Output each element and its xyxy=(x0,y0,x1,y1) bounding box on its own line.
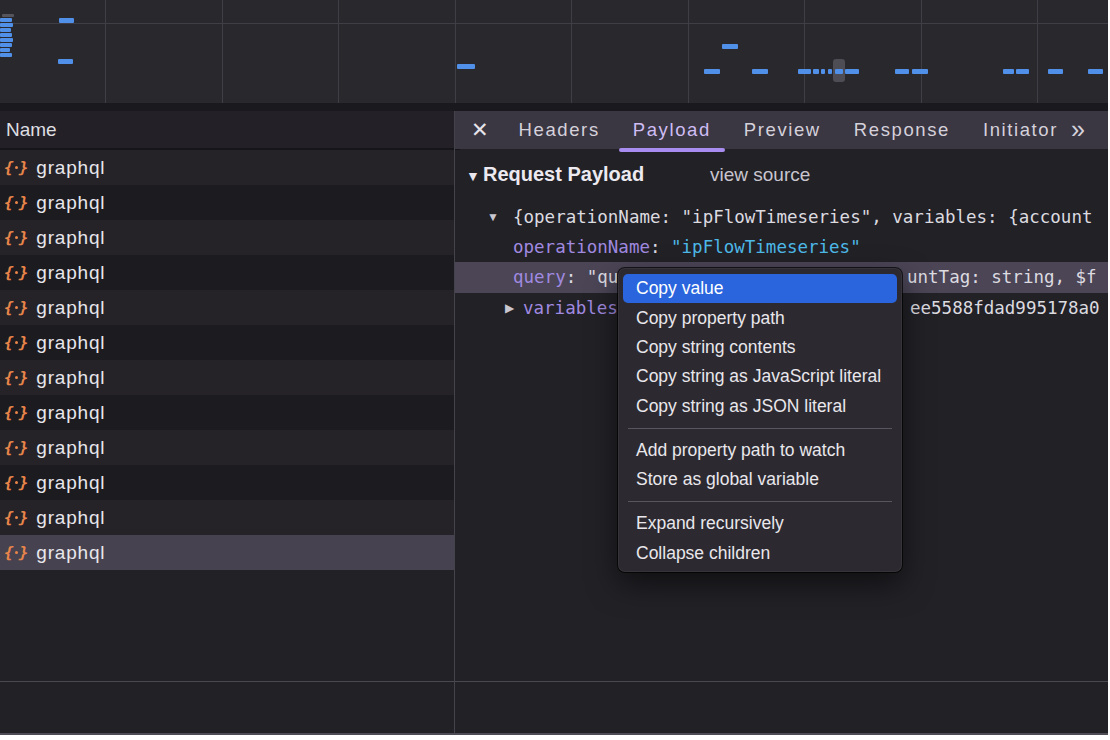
json-braces-icon: {} xyxy=(4,263,28,282)
overview-bar xyxy=(0,43,12,47)
overview-bar xyxy=(0,53,12,57)
payload-tree-row[interactable]: ▼ {operationName: "ipFlowTimeseries", var… xyxy=(455,202,1108,232)
menu-item-collapse-children[interactable]: Collapse children xyxy=(623,538,897,567)
request-name: graphql xyxy=(36,192,105,214)
menu-item-add-property-path-to-watch[interactable]: Add property path to watch xyxy=(623,436,897,465)
overview-bar xyxy=(0,33,12,37)
menu-item-copy-string-as-json-literal[interactable]: Copy string as JSON literal xyxy=(623,392,897,421)
json-braces-icon: {} xyxy=(4,333,28,352)
overview-bar xyxy=(0,38,13,42)
payload-text-fragment: ee5588fdad995178a0 xyxy=(910,293,1100,323)
payload-text-fragment: untTag: string, $f xyxy=(907,262,1097,292)
overview-bar xyxy=(58,59,73,64)
request-name: graphql xyxy=(36,157,105,179)
request-row[interactable]: {} graphql xyxy=(0,325,454,360)
request-name: graphql xyxy=(36,437,105,459)
json-braces-icon: {} xyxy=(4,543,28,562)
name-column-header[interactable]: Name xyxy=(0,111,460,150)
request-row[interactable]: {} graphql xyxy=(0,535,454,570)
payload-text: "qu xyxy=(587,267,619,287)
menu-item-copy-property-path[interactable]: Copy property path xyxy=(623,303,897,332)
overview-bar xyxy=(0,23,13,27)
request-list: {} graphql {} graphql {} graphql {} graphql {} gr… xyxy=(0,150,454,570)
request-name: graphql xyxy=(36,507,105,529)
menu-item-copy-string-contents[interactable]: Copy string contents xyxy=(623,333,897,362)
json-braces-icon: {} xyxy=(4,158,28,177)
payload-text: variables xyxy=(523,298,618,318)
json-braces-icon: {} xyxy=(4,473,28,492)
request-row[interactable]: {} graphql xyxy=(0,220,454,255)
json-braces-icon: {} xyxy=(4,368,28,387)
request-row[interactable]: {} graphql xyxy=(0,150,454,185)
menu-item-copy-string-as-javascript-literal[interactable]: Copy string as JavaScript literal xyxy=(623,362,897,391)
overview-bar xyxy=(0,18,12,22)
name-column-label: Name xyxy=(6,119,57,140)
overview-bar xyxy=(0,48,10,52)
payload-text: : xyxy=(566,267,587,287)
request-name: graphql xyxy=(36,402,105,424)
payload-text: : xyxy=(650,237,671,257)
menu-item-expand-recursively[interactable]: Expand recursively xyxy=(623,509,897,538)
devtools-network-panel: Name {} graphql {} graphql {} graphql {} graphq… xyxy=(0,0,1108,735)
payload-text: "ipFlowTimeseries" xyxy=(671,237,861,257)
request-row[interactable]: {} graphql xyxy=(0,500,454,535)
overview-gridline xyxy=(338,0,339,103)
json-braces-icon: {} xyxy=(4,193,28,212)
request-name: graphql xyxy=(36,297,105,319)
overview-bar xyxy=(59,18,74,23)
request-name: graphql xyxy=(36,367,105,389)
json-braces-icon: {} xyxy=(4,298,28,317)
request-name: graphql xyxy=(36,542,105,564)
menu-item-copy-value[interactable]: Copy value xyxy=(623,274,897,303)
request-name: graphql xyxy=(36,262,105,284)
json-braces-icon: {} xyxy=(4,403,28,422)
context-menu: Copy valueCopy property pathCopy string … xyxy=(618,268,902,572)
payload-tree-row[interactable]: operationName: "ipFlowTimeseries" xyxy=(455,232,1108,262)
menu-item-store-as-global-variable[interactable]: Store as global variable xyxy=(623,465,897,494)
request-row[interactable]: {} graphql xyxy=(0,430,454,465)
disclosure-triangle-icon[interactable]: ▼ xyxy=(487,202,499,232)
request-row[interactable]: {} graphql xyxy=(0,360,454,395)
request-name: graphql xyxy=(36,227,105,249)
request-row[interactable]: {} graphql xyxy=(0,290,454,325)
overview-bar xyxy=(0,28,11,32)
overview-gridline xyxy=(222,0,223,103)
json-braces-icon: {} xyxy=(4,438,28,457)
menu-separator xyxy=(628,428,892,429)
request-name: graphql xyxy=(36,332,105,354)
overview-bar xyxy=(2,14,14,17)
payload-text: operationName xyxy=(513,237,650,257)
request-row[interactable]: {} graphql xyxy=(0,185,454,220)
payload-text: query xyxy=(513,267,566,287)
request-row[interactable]: {} graphql xyxy=(0,395,454,430)
json-braces-icon: {} xyxy=(4,228,28,247)
request-name: graphql xyxy=(36,472,105,494)
request-row[interactable]: {} graphql xyxy=(0,465,454,500)
overview-gridline xyxy=(105,0,106,103)
summary-divider xyxy=(0,681,1108,682)
menu-separator xyxy=(628,501,892,502)
disclosure-triangle-icon[interactable]: ▶ xyxy=(505,293,514,323)
json-braces-icon: {} xyxy=(4,508,28,527)
request-row[interactable]: {} graphql xyxy=(0,255,454,290)
payload-text: {operationName: "ipFlowTimeseries", vari… xyxy=(513,207,1092,227)
